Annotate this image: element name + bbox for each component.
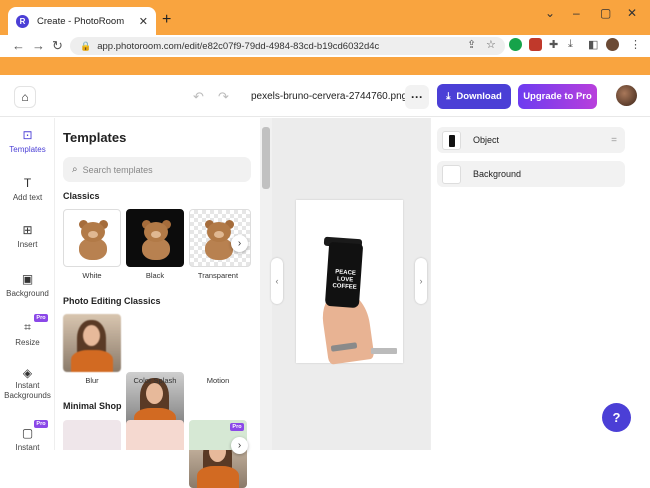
maximize-icon[interactable]: ▢ xyxy=(600,6,611,20)
template-shop-1[interactable] xyxy=(63,420,121,450)
address-bar[interactable]: 🔒 app.photoroom.com/edit/e82c07f9-79dd-4… xyxy=(70,37,505,55)
home-icon: ⌂ xyxy=(21,90,29,104)
template-caption: Color Splash xyxy=(133,376,177,385)
search-icon: ⌕ xyxy=(72,164,78,175)
pro-badge: Pro xyxy=(230,423,244,431)
rail-item-resize[interactable]: ⌗ Resize xyxy=(0,320,55,347)
download-button[interactable]: ⤓ Download xyxy=(437,84,511,109)
url-text: app.photoroom.com/edit/e82c07f9-79dd-498… xyxy=(97,40,380,52)
insert-image-icon: ⊞ xyxy=(22,223,33,237)
puzzle-extensions-icon[interactable]: ✚ xyxy=(549,38,558,51)
forward-icon[interactable]: → xyxy=(32,38,45,53)
minimize-icon[interactable]: – xyxy=(573,6,580,20)
lock-icon: 🔒 xyxy=(80,40,92,51)
bookmark-star-icon[interactable]: ☆ xyxy=(486,38,496,51)
text-icon: T xyxy=(23,176,32,190)
rail-item-add-text[interactable]: T Add text xyxy=(0,176,55,202)
photoroom-watermark xyxy=(371,348,397,354)
downloads-icon[interactable]: ⤓ xyxy=(568,38,573,51)
chevron-right-icon: › xyxy=(237,440,242,451)
upgrade-to-pro-button[interactable]: Upgrade to Pro xyxy=(518,84,597,109)
home-button[interactable]: ⌂ xyxy=(14,86,36,108)
grammarly-extension-icon[interactable] xyxy=(509,38,522,51)
collapse-right-button[interactable]: › xyxy=(415,258,427,304)
template-black[interactable] xyxy=(126,209,184,267)
user-avatar[interactable] xyxy=(616,85,637,106)
window-close-icon[interactable]: ✕ xyxy=(627,6,637,20)
templates-icon: ⊡ xyxy=(22,128,33,142)
template-caption: Blur xyxy=(85,376,99,385)
rail-item-templates[interactable]: ⊡ Templates xyxy=(0,128,55,154)
sidebar-icon[interactable]: ◧ xyxy=(588,38,598,51)
template-shop-2[interactable] xyxy=(126,420,184,450)
cup-text: PEACE LOVE COFFEE xyxy=(332,269,357,291)
section-title-classics: Classics xyxy=(63,191,100,201)
background-icon: ▣ xyxy=(21,272,34,286)
redo-icon[interactable]: ↷ xyxy=(218,89,229,105)
next-arrow-button[interactable]: › xyxy=(231,437,248,454)
section-title-minimal-shop: Minimal Shop xyxy=(63,401,122,411)
drag-handle-icon[interactable]: = xyxy=(611,135,617,146)
panel-title: Templates xyxy=(63,130,127,145)
collapse-left-button[interactable]: ‹ xyxy=(271,258,283,304)
photoroom-logo-icon: R xyxy=(16,14,29,28)
more-options-button[interactable]: ··· xyxy=(405,85,429,109)
rail-item-insert[interactable]: ⊞ Insert xyxy=(0,223,55,249)
rail-item-instant-backgrounds[interactable]: ◈ Instant Backgrounds xyxy=(0,366,55,401)
rail-item-instant[interactable]: ▢ Instant xyxy=(0,426,55,452)
rail-item-background[interactable]: ▣ Background xyxy=(0,272,55,298)
help-icon: ? xyxy=(612,410,621,425)
template-caption: Black xyxy=(145,271,165,280)
file-name[interactable]: pexels-bruno-cervera-2744760.png xyxy=(251,91,407,102)
resize-icon: ⌗ xyxy=(24,320,31,334)
chevron-right-icon: › xyxy=(419,276,423,286)
share-icon[interactable]: ⇪ xyxy=(467,38,476,51)
chevron-left-icon: ‹ xyxy=(275,276,279,286)
help-button[interactable]: ? xyxy=(602,403,631,432)
template-caption: White xyxy=(82,271,102,280)
undo-icon[interactable]: ↶ xyxy=(193,89,204,105)
download-icon: ⤓ xyxy=(446,91,451,102)
template-caption: Motion xyxy=(206,376,230,385)
chevron-right-icon: › xyxy=(237,238,242,249)
scrollbar-thumb[interactable] xyxy=(262,127,270,189)
browser-tab[interactable]: R Create - PhotoRoom ✕ xyxy=(8,7,156,35)
layer-thumbnail xyxy=(442,130,461,150)
instant-icon: ▢ xyxy=(21,426,34,440)
section-title-photo-editing: Photo Editing Classics xyxy=(63,296,161,306)
layer-object[interactable]: Object = xyxy=(437,127,625,153)
profile-avatar[interactable] xyxy=(606,38,619,51)
tab-title: Create - PhotoRoom xyxy=(37,15,125,27)
close-tab-icon[interactable]: ✕ xyxy=(139,15,148,28)
next-arrow-button[interactable]: › xyxy=(231,235,248,252)
browser-menu-icon[interactable]: ⋮ xyxy=(630,38,641,51)
template-blur[interactable] xyxy=(63,314,121,372)
instant-backgrounds-icon: ◈ xyxy=(22,366,33,380)
layer-background[interactable]: Background xyxy=(437,161,625,187)
search-templates-input[interactable]: ⌕ Search templates xyxy=(63,157,251,182)
browser-stripe xyxy=(0,57,650,75)
new-tab-button[interactable]: + xyxy=(162,11,171,29)
back-icon[interactable]: ← xyxy=(12,38,25,53)
layer-thumbnail xyxy=(442,164,461,184)
extension-icon[interactable] xyxy=(529,38,542,51)
chevron-down-icon[interactable]: ⌄ xyxy=(545,6,555,20)
template-white[interactable] xyxy=(63,209,121,267)
reload-icon[interactable]: ↻ xyxy=(52,38,63,54)
template-caption: Transparent xyxy=(197,271,239,280)
